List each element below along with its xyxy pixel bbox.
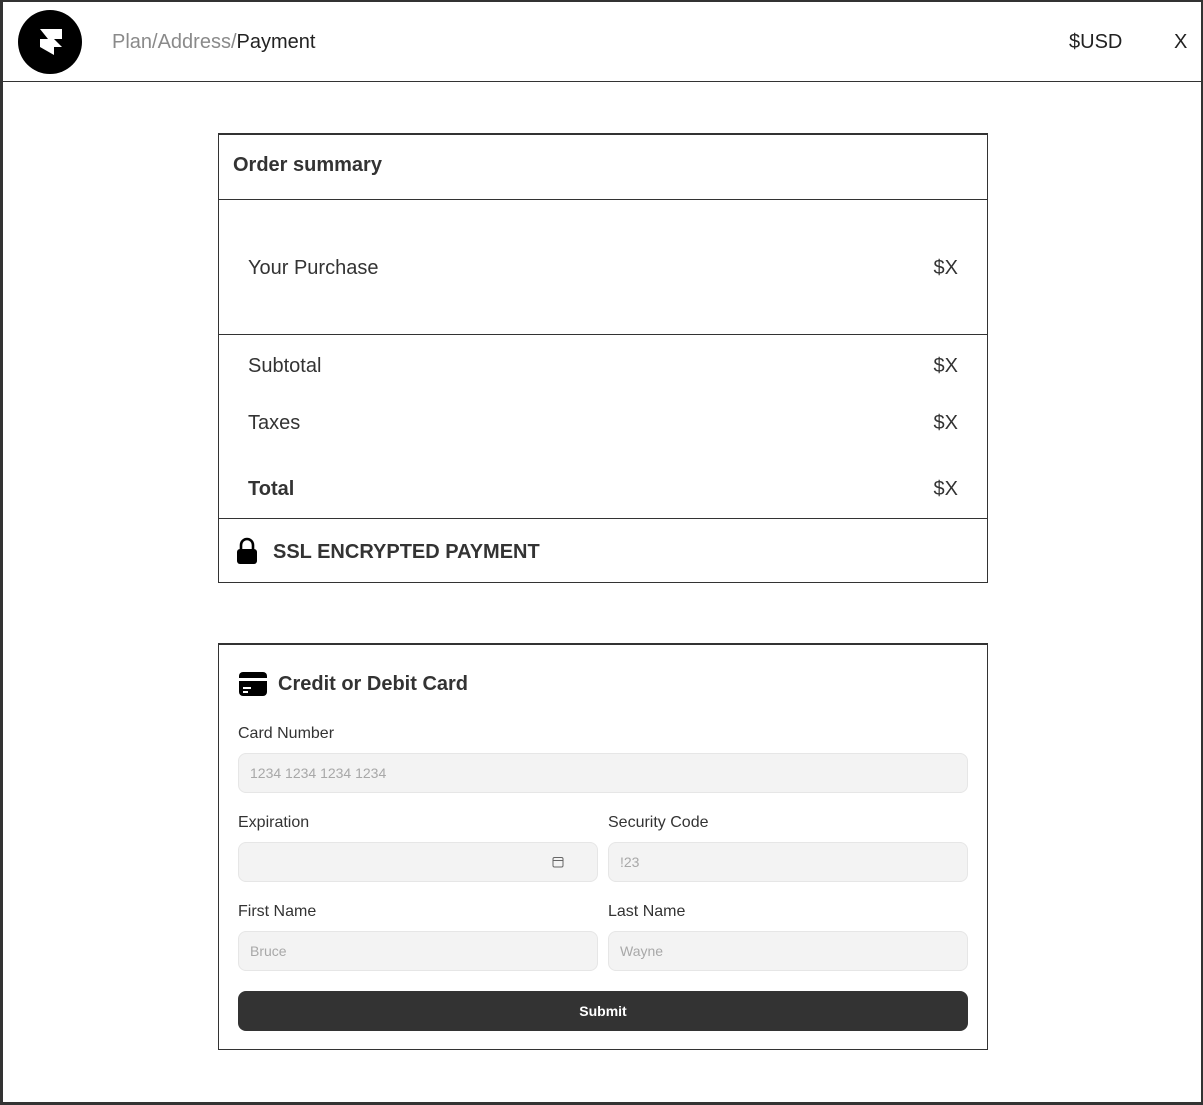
total-value: $X xyxy=(933,478,958,500)
last-name-label: Last Name xyxy=(608,903,686,920)
purchase-value: $X xyxy=(933,257,958,279)
payment-form: Credit or Debit Card Card Number Expirat… xyxy=(218,643,988,1050)
subtotal-label: Subtotal xyxy=(248,355,322,377)
total-label: Total xyxy=(248,478,295,500)
last-name-input[interactable] xyxy=(608,931,968,971)
breadcrumb-address[interactable]: Address xyxy=(158,31,231,53)
subtotal-value: $X xyxy=(933,355,958,377)
framer-logo[interactable] xyxy=(18,10,82,74)
order-summary-title: Order summary xyxy=(233,154,382,176)
divider xyxy=(219,199,987,200)
expiration-input[interactable] xyxy=(238,842,598,882)
currency-selector[interactable]: $USD xyxy=(1069,30,1122,54)
divider xyxy=(219,518,987,519)
security-code-label: Security Code xyxy=(608,814,709,831)
ssl-encrypted-label: SSL ENCRYPTED PAYMENT xyxy=(273,541,540,563)
divider xyxy=(219,334,987,335)
submit-button[interactable]: Submit xyxy=(238,991,968,1031)
close-button[interactable]: X xyxy=(1174,30,1187,54)
card-number-label: Card Number xyxy=(238,725,335,742)
breadcrumb-payment: Payment xyxy=(236,31,316,53)
purchase-label: Your Purchase xyxy=(248,257,379,279)
lock-icon xyxy=(236,537,258,570)
payment-form-title: Credit or Debit Card xyxy=(278,673,469,695)
taxes-label: Taxes xyxy=(248,412,301,434)
security-code-input[interactable] xyxy=(608,842,968,882)
calendar-icon[interactable] xyxy=(552,855,564,873)
first-name-input[interactable] xyxy=(238,931,598,971)
breadcrumb-plan[interactable]: Plan xyxy=(112,31,152,53)
header: Plan/Address/Payment $USD X xyxy=(3,2,1201,82)
framer-logo-icon xyxy=(40,29,62,55)
first-name-label: First Name xyxy=(238,903,317,920)
breadcrumb: Plan/Address/Payment xyxy=(112,30,315,54)
credit-card-icon xyxy=(239,672,267,701)
expiration-label: Expiration xyxy=(238,814,310,831)
taxes-value: $X xyxy=(933,412,958,434)
card-number-input[interactable] xyxy=(238,753,968,793)
order-summary: Order summary Your Purchase $X Subtotal … xyxy=(218,133,988,583)
